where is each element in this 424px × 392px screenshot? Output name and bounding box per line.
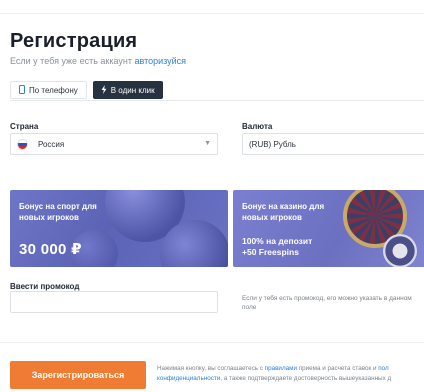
tab-one-click[interactable]: В один клик — [92, 81, 163, 99]
terms-line-2: конфиденциальности, а также подтверждает… — [157, 374, 417, 384]
terms-line-1: Нажимая кнопку, вы соглашаетесь с правил… — [157, 364, 417, 374]
privacy-link[interactable]: конфиденциальности — [157, 375, 220, 382]
login-prompt: Если у тебя уже есть аккаунт авторизуйся — [10, 56, 186, 66]
chip-decoration — [383, 234, 417, 267]
top-strip — [0, 0, 424, 14]
casino-bonus-title: Бонус на казино для новых игроков — [242, 202, 325, 222]
currency-label: Валюта — [242, 122, 273, 131]
login-link[interactable]: авторизуйся — [134, 56, 186, 66]
page-title: Регистрация — [10, 30, 138, 52]
rules-link[interactable]: правилами — [265, 365, 297, 372]
login-prompt-text: Если у тебя уже есть аккаунт — [10, 56, 132, 66]
sport-bonus-title: Бонус на спорт для новых игроков — [19, 202, 97, 222]
currency-value: (RUB) Рубль — [249, 139, 296, 149]
country-label: Страна — [10, 122, 39, 131]
promo-code-input[interactable] — [10, 291, 218, 313]
country-value: Россия — [38, 139, 65, 149]
tab-phone[interactable]: По телефону — [10, 81, 87, 99]
tab-one-click-label: В один клик — [110, 85, 155, 95]
terms-text-part: Нажимая кнопку, вы соглашаетесь с — [157, 365, 263, 372]
register-button[interactable]: Зарегистрироваться — [10, 361, 146, 389]
registration-tabs: По телефону В один клик — [10, 81, 163, 99]
casino-offer-line2: +50 Freespins — [242, 247, 299, 257]
country-select[interactable]: Россия ▼ — [10, 133, 218, 155]
promo-label: Ввести промокод — [10, 282, 80, 291]
terms-text-part: , а также подтверждаете достоверность вы… — [220, 374, 392, 382]
terms-text: Нажимая кнопку, вы соглашаетесь с правил… — [157, 364, 417, 383]
casino-offer-line1: 100% на депозит — [242, 236, 313, 246]
currency-select[interactable]: (RUB) Рубль — [242, 133, 424, 155]
phone-icon — [19, 84, 25, 96]
terms-text-part: приема и расчета ставок и — [298, 365, 377, 372]
casino-bonus-card[interactable]: Бонус на казино для новых игроков 100% н… — [233, 190, 424, 267]
chevron-down-icon: ▼ — [204, 140, 211, 147]
russia-flag-icon — [17, 138, 28, 150]
tab-phone-label: По телефону — [29, 85, 78, 95]
registration-page: Регистрация Если у тебя уже есть аккаунт… — [0, 0, 424, 392]
sport-bonus-amount: 30 000 ₽ — [19, 241, 82, 258]
lightning-icon — [101, 84, 107, 96]
promo-hint: Если у тебя есть промокод, его можно ука… — [242, 295, 412, 311]
casino-bonus-offer: 100% на депозит +50 Freespins — [242, 236, 312, 258]
sport-bonus-card[interactable]: Бонус на спорт для новых игроков 30 000 … — [10, 190, 228, 267]
tabs-divider — [10, 100, 424, 101]
privacy-policy-link[interactable]: пол — [378, 365, 388, 372]
footer-divider — [0, 342, 424, 343]
